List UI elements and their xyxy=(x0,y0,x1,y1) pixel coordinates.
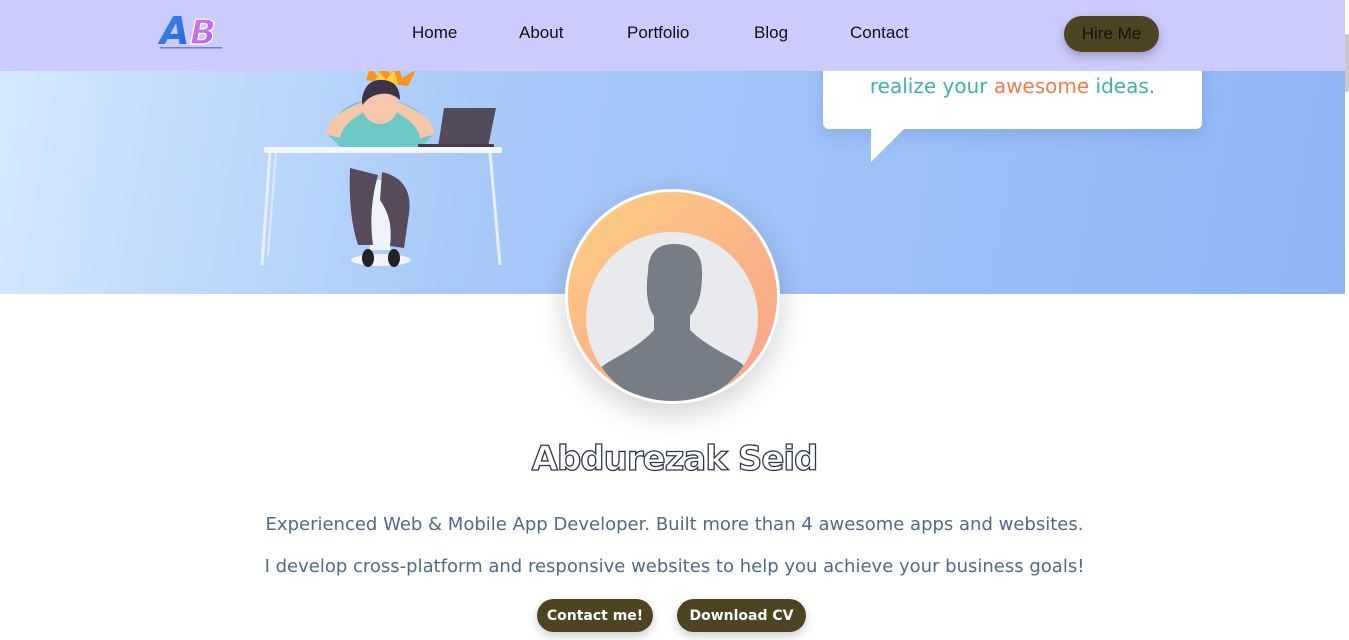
bubble-text-part2: ideas. xyxy=(1089,74,1156,98)
logo[interactable]: A B xyxy=(158,6,230,52)
contact-me-button[interactable]: Contact me! xyxy=(537,599,653,632)
navbar: A B Home About Portfolio Blog Contact Hi… xyxy=(0,0,1349,71)
scrollbar[interactable] xyxy=(1345,0,1349,640)
profile-tagline-1: Experienced Web & Mobile App Developer. … xyxy=(265,514,1084,535)
hire-me-button[interactable]: Hire Me xyxy=(1064,16,1159,52)
contact-me-label: Contact me! xyxy=(546,607,644,624)
avatar-ring xyxy=(568,192,777,401)
scrollbar-thumb[interactable] xyxy=(1345,34,1349,92)
svg-text:B: B xyxy=(190,13,216,52)
nav-link-about[interactable]: About xyxy=(519,23,563,43)
logo-letter-a: A xyxy=(158,9,189,52)
user-silhouette-icon xyxy=(586,232,758,401)
download-cv-button[interactable]: Download CV xyxy=(677,599,806,632)
nav-link-portfolio[interactable]: Portfolio xyxy=(627,23,689,43)
nav-link-contact[interactable]: Contact xyxy=(850,23,909,43)
bubble-text-part1: realize your xyxy=(869,74,994,98)
profile-tagline-2: I develop cross-platform and responsive … xyxy=(264,556,1085,577)
stressed-developer-illustration xyxy=(260,62,502,267)
nav-link-blog[interactable]: Blog xyxy=(754,23,788,43)
speech-bubble-tail xyxy=(871,128,905,162)
download-cv-label: Download CV xyxy=(689,607,794,624)
profile-avatar xyxy=(565,189,780,404)
bubble-text-accent: awesome xyxy=(993,74,1090,98)
hire-me-label: Hire Me xyxy=(1081,24,1142,43)
nav-link-home[interactable]: Home xyxy=(412,23,457,43)
profile-name: Abdurezak Seid xyxy=(531,438,819,479)
speech-bubble-text: realize your awesome ideas. xyxy=(823,74,1202,98)
